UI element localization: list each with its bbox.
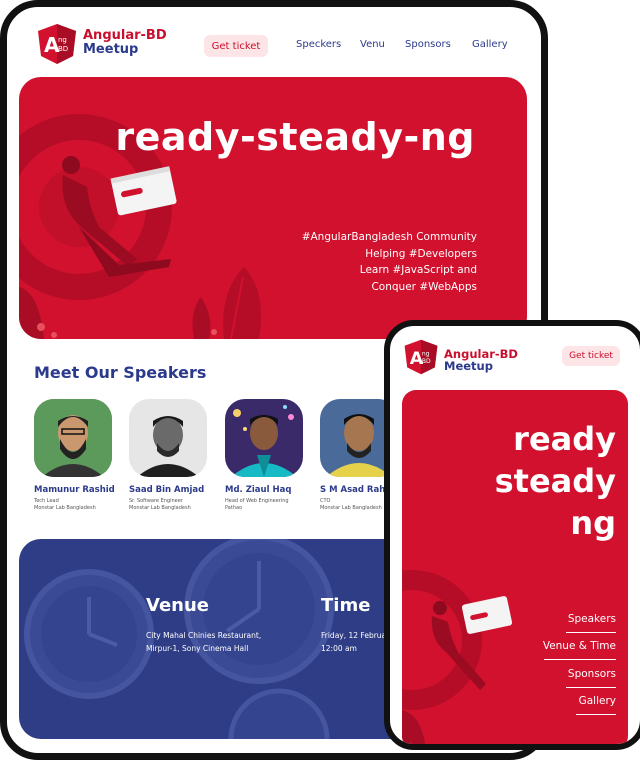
- hero-banner: ready steady ng Speakers Venue & Time Sp…: [402, 390, 628, 744]
- brand-line2: Meetup: [444, 359, 493, 373]
- speaker-company: Monstar Lab Bangladesh: [129, 505, 191, 511]
- speakers-heading: Meet Our Speakers: [34, 363, 207, 382]
- get-ticket-button[interactable]: Get ticket: [562, 346, 620, 366]
- menu-divider: [566, 687, 616, 688]
- hero-title-line: ng: [570, 504, 616, 542]
- hero-tagline: #AngularBangladesh Community Helping #De…: [302, 229, 477, 295]
- speaker-photo: [225, 399, 303, 477]
- nav-item-venue[interactable]: Venu: [360, 39, 385, 50]
- svg-text:ng: ng: [58, 36, 67, 44]
- menu-item-venue-time[interactable]: Venue & Time: [543, 640, 616, 652]
- hero-title: ready steady ng: [495, 418, 616, 544]
- speaker-role: Head of Web Engineering: [225, 498, 289, 504]
- phone-mockup: A ng BD Angular-BD Meetup Get ticket rea…: [384, 320, 640, 750]
- speaker-role: Tech Lead: [34, 498, 59, 504]
- hero-title-line: steady: [494, 462, 616, 500]
- speaker-name: Saad Bin Amjad: [129, 485, 205, 495]
- hero-title: ready-steady-ng: [115, 115, 475, 159]
- brand-name[interactable]: Angular-BD Meetup: [444, 348, 518, 372]
- venue-address-line: City Mahal Chinies Restaurant,: [146, 631, 262, 640]
- menu-item-gallery[interactable]: Gallery: [579, 695, 616, 707]
- hero-tagline-line: #AngularBangladesh Community: [301, 231, 477, 243]
- venue-address: City Mahal Chinies Restaurant, Mirpur-1,…: [146, 629, 261, 655]
- hero-tagline-line: Learn #JavaScript and: [359, 264, 477, 276]
- menu-item-sponsors[interactable]: Sponsors: [568, 668, 616, 680]
- nav-item-gallery[interactable]: Gallery: [472, 39, 508, 50]
- speaker-company: Monstar Lab Bangladesh: [34, 505, 96, 511]
- venue-heading: Venue: [146, 595, 209, 616]
- svg-text:BD: BD: [422, 358, 431, 365]
- speaker-photo: [34, 399, 112, 477]
- speaker-card[interactable]: Saad Bin Amjad Sr. Software Engineer Mon…: [129, 399, 215, 512]
- hero-banner: ready-steady-ng #AngularBangladesh Commu…: [19, 77, 527, 339]
- hero-tagline-line: Helping #Developers: [365, 247, 477, 260]
- time-date: Friday, 12 February: [321, 631, 394, 640]
- speaker-name: Md. Ziaul Haq: [225, 485, 292, 495]
- nav-item-sponsors[interactable]: Sponsors: [405, 39, 451, 50]
- time-heading: Time: [321, 595, 371, 616]
- time-details: Friday, 12 February 12:00 am: [321, 629, 394, 655]
- menu-divider: [576, 714, 616, 715]
- speaker-role: Sr. Software Engineer: [129, 498, 183, 504]
- menu-item-speakers[interactable]: Speakers: [568, 613, 616, 625]
- time-hour: 12:00 am: [321, 644, 357, 653]
- venue-address-line: Mirpur-1, Sony Cinema Hall: [146, 644, 249, 653]
- angular-bd-logo-icon[interactable]: A ng BD: [402, 338, 440, 376]
- get-ticket-button[interactable]: Get ticket: [204, 35, 268, 57]
- menu-divider: [566, 632, 616, 633]
- menu-divider: [544, 659, 616, 660]
- speaker-card[interactable]: Md. Ziaul Haq Head of Web Engineering Pa…: [225, 399, 311, 512]
- speaker-photo: [129, 399, 207, 477]
- speaker-name: Mamunur Rashid: [34, 485, 115, 495]
- svg-text:BD: BD: [58, 45, 68, 53]
- svg-text:ng: ng: [422, 350, 430, 357]
- nav-item-speakers[interactable]: Speckers: [296, 39, 341, 50]
- angular-bd-logo-icon[interactable]: A ng BD: [35, 22, 79, 66]
- brand-line1: Angular-BD: [83, 28, 167, 43]
- speaker-company: Pathao: [225, 505, 243, 511]
- hero-title-line: ready: [513, 420, 616, 458]
- hero-tagline-line: Conquer #WebApps: [371, 280, 477, 293]
- brand-name[interactable]: Angular-BD Meetup: [83, 29, 167, 57]
- brand-line2: Meetup: [83, 42, 139, 57]
- speaker-card[interactable]: Mamunur Rashid Tech Lead Monstar Lab Ban…: [34, 399, 120, 512]
